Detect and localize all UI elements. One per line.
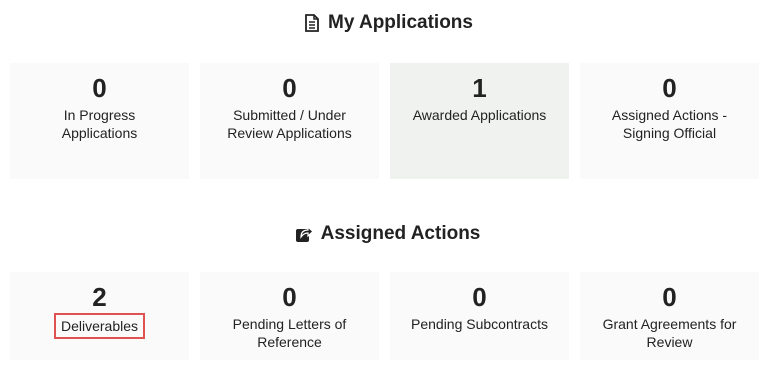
card-deliverables[interactable]: 2 Deliverables	[10, 272, 189, 360]
document-icon	[302, 13, 322, 33]
card-assigned-actions-signing-official[interactable]: 0 Assigned Actions - Signing Official	[580, 63, 759, 179]
card-label: In Progress Applications	[61, 107, 138, 141]
card-submitted-under-review-applications[interactable]: 0 Submitted / Under Review Applications	[200, 63, 379, 179]
assigned-actions-title: Assigned Actions	[0, 221, 775, 247]
card-label: Grant Agreements for Review	[602, 316, 737, 350]
share-icon	[295, 224, 315, 244]
card-awarded-applications[interactable]: 1 Awarded Applications	[390, 63, 569, 179]
card-count: 0	[92, 73, 107, 103]
card-label: Pending Subcontracts	[411, 316, 548, 332]
card-grant-agreements-for-review[interactable]: 0 Grant Agreements for Review	[580, 272, 759, 360]
card-pending-subcontracts[interactable]: 0 Pending Subcontracts	[390, 272, 569, 360]
card-label: Submitted / Under Review Applications	[227, 107, 352, 141]
card-count: 0	[662, 282, 677, 312]
section-title-text: Assigned Actions	[320, 223, 481, 244]
assigned-actions-cards: 2 Deliverables 0 Pending Letters of Refe…	[10, 272, 770, 360]
card-count: 1	[472, 73, 487, 103]
card-count: 0	[472, 282, 487, 312]
card-count: 0	[662, 73, 677, 103]
card-pending-letters-of-reference[interactable]: 0 Pending Letters of Reference	[200, 272, 379, 360]
my-applications-title: My Applications	[0, 10, 775, 36]
card-label: Assigned Actions - Signing Official	[611, 107, 728, 141]
card-in-progress-applications[interactable]: 0 In Progress Applications	[10, 63, 189, 179]
section-title-text: My Applications	[328, 12, 473, 33]
card-label: Pending Letters of Reference	[232, 316, 347, 350]
card-count: 2	[92, 282, 107, 312]
my-applications-cards: 0 In Progress Applications 0 Submitted /…	[10, 63, 770, 179]
card-label: Awarded Applications	[412, 107, 547, 123]
card-count: 0	[282, 282, 297, 312]
card-count: 0	[282, 73, 297, 103]
card-label: Deliverables	[53, 313, 146, 339]
